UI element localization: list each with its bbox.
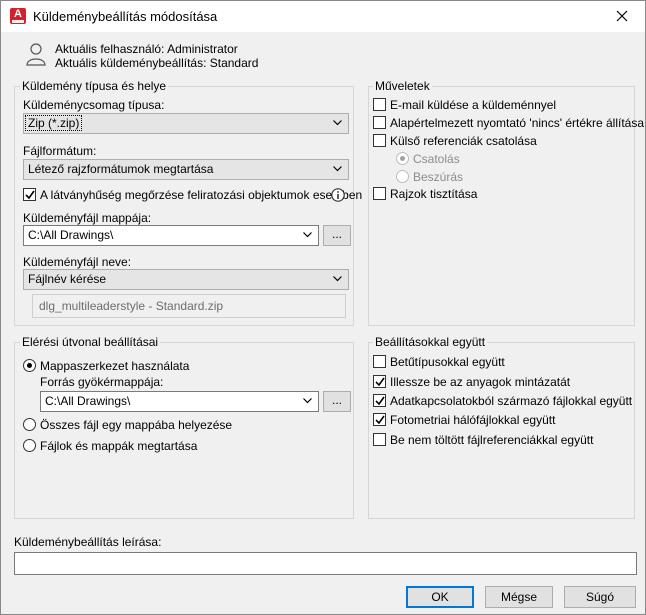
info-icon[interactable] bbox=[331, 188, 345, 202]
description-label: Küldeménybeállítás leírása: bbox=[14, 535, 162, 549]
file-format-label: Fájlformátum: bbox=[23, 144, 97, 158]
use-folder-structure-label: Mappaszerkezet használata bbox=[40, 359, 190, 373]
source-root-value: C:\All Drawings\ bbox=[45, 394, 131, 408]
include-unloaded-refs-checkbox[interactable] bbox=[373, 433, 386, 446]
close-icon bbox=[616, 10, 628, 22]
package-type-label: Küldeménycsomag típusa: bbox=[23, 98, 165, 112]
current-user-label: Aktuális felhasználó: Administrator bbox=[55, 42, 238, 56]
keep-files-radio[interactable] bbox=[23, 439, 36, 452]
chevron-down-icon bbox=[333, 276, 342, 282]
include-textures-checkbox[interactable] bbox=[373, 375, 386, 388]
checkmark-icon bbox=[375, 377, 385, 387]
bind-xrefs-label: Külső referenciák csatolása bbox=[390, 134, 537, 148]
insert-radio[interactable] bbox=[396, 170, 409, 183]
one-folder-label: Összes fájl egy mappába helyezése bbox=[40, 418, 233, 432]
cancel-button[interactable]: Mégse bbox=[485, 586, 553, 608]
autocad-app-icon: A bbox=[10, 8, 26, 24]
include-options-group-title: Beállításokkal együtt bbox=[373, 335, 488, 349]
chevron-down-icon bbox=[303, 232, 312, 238]
package-filename-dropdown[interactable]: Fájlnév kérése bbox=[23, 269, 349, 290]
ok-button[interactable]: OK bbox=[406, 586, 474, 608]
package-folder-value: C:\All Drawings\ bbox=[28, 228, 114, 242]
source-root-label: Forrás gyökérmappája: bbox=[40, 375, 164, 389]
actions-group-title: Műveletek bbox=[373, 79, 432, 93]
visual-fidelity-label: A látványhűség megőrzése feliratozási ob… bbox=[40, 188, 363, 202]
package-type-value: Zip (*.zip) bbox=[25, 115, 83, 131]
package-filename-preview: dlg_multileaderstyle - Standard.zip bbox=[32, 294, 346, 318]
include-data-link-files-checkbox[interactable] bbox=[373, 394, 386, 407]
one-folder-radio[interactable] bbox=[23, 418, 36, 431]
bind-radio-label: Csatolás bbox=[413, 152, 460, 166]
include-photometric-files-checkbox[interactable] bbox=[373, 413, 386, 426]
package-type-dropdown[interactable]: Zip (*.zip) bbox=[23, 113, 349, 134]
email-checkbox[interactable] bbox=[373, 98, 386, 111]
package-folder-label: Küldeményfájl mappája: bbox=[23, 211, 152, 225]
checkmark-icon bbox=[25, 190, 35, 200]
path-options-group-title: Elérési útvonal beállításai bbox=[20, 335, 161, 349]
include-unloaded-refs-label: Be nem töltött fájlreferenciákkal együtt bbox=[390, 433, 594, 447]
visual-fidelity-checkbox[interactable] bbox=[23, 188, 36, 201]
purge-drawings-label: Rajzok tisztítása bbox=[390, 187, 478, 201]
default-printer-none-checkbox[interactable] bbox=[373, 116, 386, 129]
default-printer-none-label: Alapértelmezett nyomtató 'nincs' értékre… bbox=[390, 116, 645, 130]
keep-files-label: Fájlok és mappák megtartása bbox=[40, 439, 198, 453]
file-format-value: Létező rajzformátumok megtartása bbox=[28, 162, 214, 176]
chevron-down-icon bbox=[333, 166, 342, 172]
use-folder-structure-radio[interactable] bbox=[23, 359, 36, 372]
bind-radio[interactable] bbox=[396, 152, 409, 165]
close-button[interactable] bbox=[604, 4, 640, 28]
package-filename-value: Fájlnév kérése bbox=[28, 272, 107, 286]
include-textures-label: Illessze be az anyagok mintázatát bbox=[390, 375, 571, 389]
title-bar: A Küldeménybeállítás módosítása bbox=[1, 1, 645, 32]
file-format-dropdown[interactable]: Létező rajzformátumok megtartása bbox=[23, 159, 349, 180]
user-icon bbox=[26, 43, 46, 66]
dialog-window: A Küldeménybeállítás módosítása Aktuális… bbox=[0, 0, 646, 615]
purge-drawings-checkbox[interactable] bbox=[373, 187, 386, 200]
include-fonts-label: Betűtípusokkal együtt bbox=[390, 355, 505, 369]
package-type-group-title: Küldemény típusa és helye bbox=[20, 79, 169, 93]
include-fonts-checkbox[interactable] bbox=[373, 355, 386, 368]
include-data-link-files-label: Adatkapcsolatokból származó fájlokkal eg… bbox=[390, 394, 633, 408]
include-photometric-files-label: Fotometriai hálófájlokkal együtt bbox=[390, 413, 556, 427]
package-folder-browse-button[interactable]: ... bbox=[323, 225, 351, 246]
chevron-down-icon bbox=[303, 398, 312, 404]
window-title: Küldeménybeállítás módosítása bbox=[33, 9, 218, 24]
email-label: E-mail küldése a küldeménnyel bbox=[390, 98, 557, 112]
bind-xrefs-checkbox[interactable] bbox=[373, 134, 386, 147]
checkmark-icon bbox=[375, 415, 385, 425]
insert-radio-label: Beszúrás bbox=[413, 170, 464, 184]
source-root-browse-button[interactable]: ... bbox=[323, 391, 351, 412]
current-setup-label: Aktuális küldeménybeállítás: Standard bbox=[55, 56, 259, 70]
description-input[interactable] bbox=[14, 552, 637, 575]
chevron-down-icon bbox=[333, 120, 342, 126]
source-root-combo[interactable]: C:\All Drawings\ bbox=[40, 391, 319, 412]
package-folder-combo[interactable]: C:\All Drawings\ bbox=[23, 225, 319, 246]
checkmark-icon bbox=[375, 396, 385, 406]
package-filename-label: Küldeményfájl neve: bbox=[23, 255, 132, 269]
help-button[interactable]: Súgó bbox=[564, 586, 636, 608]
